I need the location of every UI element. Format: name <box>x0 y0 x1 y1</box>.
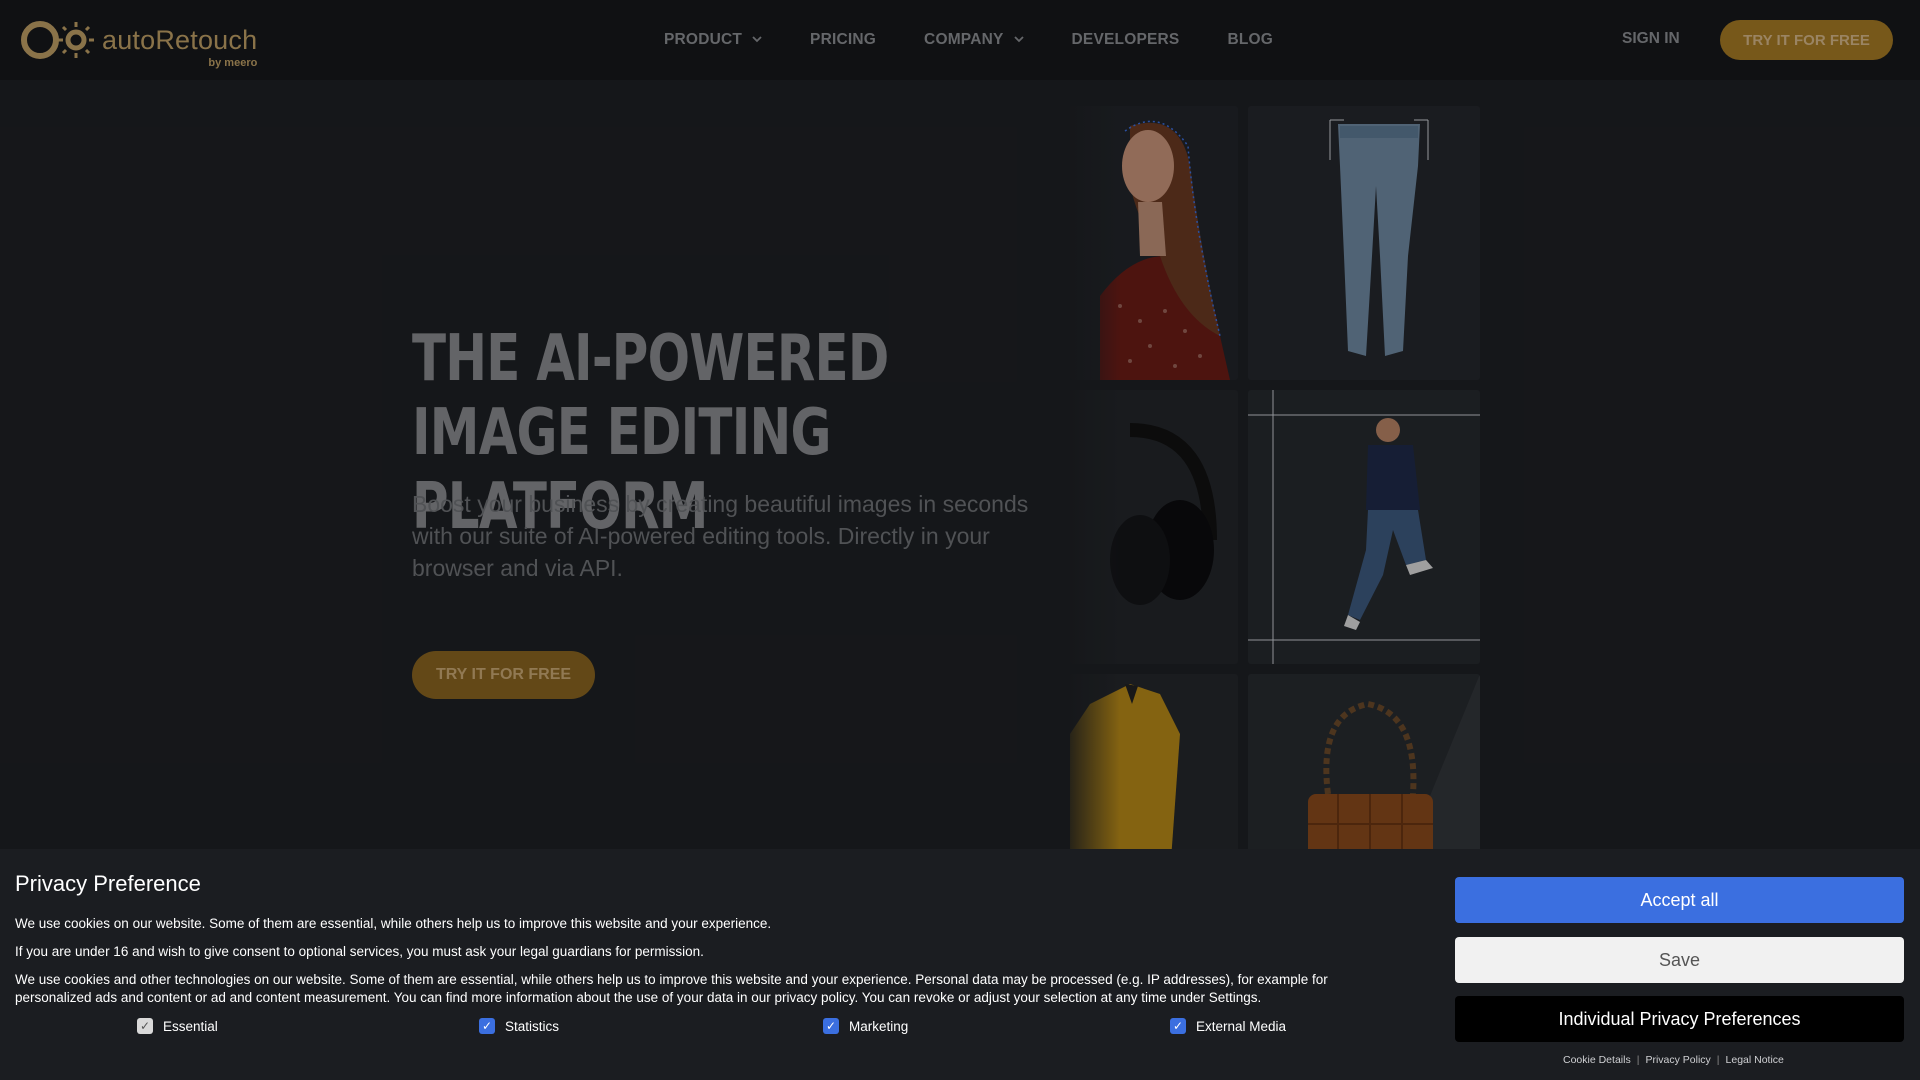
consent-marketing[interactable]: ✓ Marketing <box>823 1018 908 1034</box>
link-separator: | <box>1636 1054 1640 1066</box>
nav-product[interactable]: PRODUCT <box>664 31 762 49</box>
site-header: autoRetouch by meero PRODUCT PRICING COM… <box>0 0 1920 80</box>
consent-external-media[interactable]: ✓ External Media <box>1170 1018 1286 1034</box>
logo[interactable]: autoRetouch by meero <box>18 16 258 69</box>
checkbox-checked-icon[interactable]: ✓ <box>823 1018 839 1034</box>
main-nav: PRODUCT PRICING COMPANY DEVELOPERS BLOG <box>664 0 1321 80</box>
cookie-banner-text-3: We use cookies and other technologies on… <box>15 972 1328 1005</box>
try-free-hero-button[interactable]: TRY IT FOR FREE <box>412 651 595 699</box>
cookie-banner-title: Privacy Preference <box>15 871 201 896</box>
checkbox-checked-icon[interactable]: ✓ <box>479 1018 495 1034</box>
cookie-banner-text-1: We use cookies on our website. Some of t… <box>15 916 772 931</box>
link-separator: | <box>1716 1054 1720 1066</box>
nav-developers-label: DEVELOPERS <box>1071 31 1180 48</box>
consent-essential-label: Essential <box>163 1018 218 1034</box>
gallery-fade <box>1060 100 1120 850</box>
nav-pricing-label: PRICING <box>810 31 877 48</box>
individual-preferences-button[interactable]: Individual Privacy Preferences <box>1455 996 1904 1042</box>
gallery-image-bag <box>1248 674 1480 850</box>
legal-notice-link[interactable]: Legal Notice <box>1726 1054 1784 1066</box>
cookie-details-link[interactable]: Cookie Details <box>1563 1054 1631 1066</box>
consent-statistics-label: Statistics <box>505 1018 560 1034</box>
try-free-header-button[interactable]: TRY IT FOR FREE <box>1720 20 1893 60</box>
sign-in-link[interactable]: SIGN IN <box>1622 30 1680 48</box>
product-image-gallery <box>1070 106 1480 850</box>
accept-all-button[interactable]: Accept all <box>1455 877 1904 923</box>
cookie-banner-text-2: If you are under 16 and wish to give con… <box>15 944 704 959</box>
consent-external-media-label: External Media <box>1196 1018 1287 1034</box>
consent-marketing-label: Marketing <box>849 1018 909 1034</box>
gallery-image-jeans <box>1248 106 1480 380</box>
nav-blog[interactable]: BLOG <box>1227 31 1273 49</box>
nav-pricing[interactable]: PRICING <box>810 31 876 49</box>
save-button[interactable]: Save <box>1455 937 1904 983</box>
consent-statistics[interactable]: ✓ Statistics <box>479 1018 559 1034</box>
logo-mark-icon <box>18 16 98 64</box>
logo-text: autoRetouch <box>102 24 258 55</box>
cookie-links: Cookie Details | Privacy Policy | Legal … <box>1563 1054 1784 1066</box>
nav-product-label: PRODUCT <box>664 31 743 48</box>
consent-essential[interactable]: ✓ Essential <box>137 1018 218 1034</box>
logo-by: by meero <box>208 56 258 69</box>
chevron-down-icon <box>752 34 762 46</box>
privacy-policy-link[interactable]: Privacy Policy <box>1645 1054 1710 1066</box>
hero-subtitle: Boost your business by creating beautifu… <box>412 491 1029 581</box>
nav-blog-label: BLOG <box>1227 31 1274 48</box>
cookie-banner: Privacy Preference We use cookies on our… <box>0 849 1920 1080</box>
nav-developers[interactable]: DEVELOPERS <box>1072 31 1180 49</box>
logo-wordmark: autoRetouch by meero <box>102 24 258 69</box>
nav-company-label: COMPANY <box>924 31 1004 48</box>
nav-company[interactable]: COMPANY <box>924 31 1024 49</box>
gallery-image-man <box>1248 390 1480 664</box>
checkbox-checked-icon[interactable]: ✓ <box>1170 1018 1186 1034</box>
checkbox-checked-icon[interactable]: ✓ <box>137 1018 153 1034</box>
chevron-down-icon <box>1013 34 1024 46</box>
